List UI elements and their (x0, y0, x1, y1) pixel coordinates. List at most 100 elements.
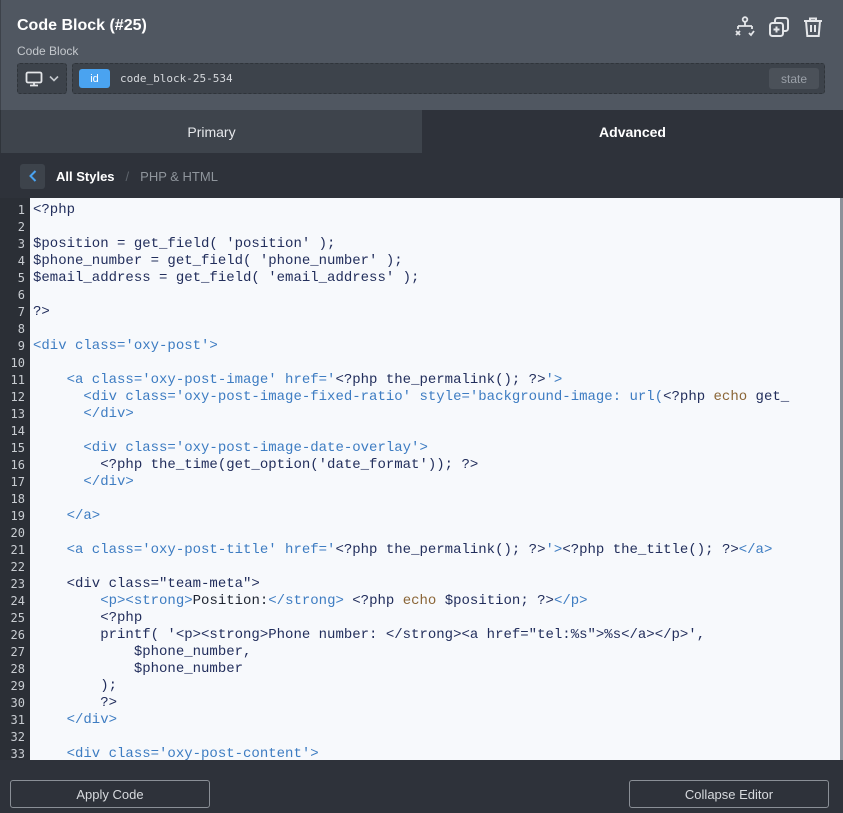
code-text[interactable]: <div class='oxy-post-image-date-overlay'… (26, 440, 427, 457)
code-token-php: <?php (352, 593, 403, 609)
device-select[interactable] (17, 63, 67, 94)
code-text[interactable] (26, 525, 33, 542)
code-line[interactable]: 32 (0, 729, 840, 746)
code-token-php: <?php the_title(); ?> (562, 542, 739, 558)
code-line[interactable]: 12 <div class='oxy-post-image-fixed-rati… (0, 389, 840, 406)
line-number: 9 (17, 339, 25, 353)
code-token-tag: <a class='oxy-post-image' href=' (33, 372, 336, 388)
tab-advanced[interactable]: Advanced (422, 110, 843, 153)
code-line[interactable]: 11 <a class='oxy-post-image' href='<?php… (0, 372, 840, 389)
code-line[interactable]: 20 (0, 525, 840, 542)
code-line[interactable]: 1 <?php (0, 202, 840, 219)
breadcrumb-all-styles[interactable]: All Styles (56, 169, 115, 184)
line-number: 1 (17, 203, 25, 217)
code-text[interactable]: <div class='oxy-post-image-fixed-ratio' … (26, 389, 789, 406)
code-line[interactable]: 22 (0, 559, 840, 576)
code-text[interactable]: $phone_number = get_field( 'phone_number… (26, 253, 403, 270)
code-token-php: $position; ?> (436, 593, 554, 609)
code-token-php: ); (33, 678, 118, 694)
code-line[interactable]: 28 $phone_number (0, 661, 840, 678)
back-button[interactable] (20, 163, 45, 189)
code-text[interactable] (26, 423, 33, 440)
collapse-editor-button[interactable]: Collapse Editor (629, 780, 829, 808)
line-number: 8 (17, 322, 25, 336)
code-line[interactable]: 2 (0, 219, 840, 236)
code-line[interactable]: 6 (0, 287, 840, 304)
code-text[interactable] (26, 321, 33, 338)
code-text[interactable]: <?php the_time(get_option('date_format')… (26, 457, 478, 474)
code-line[interactable]: 14 (0, 423, 840, 440)
code-line[interactable]: 8 (0, 321, 840, 338)
code-line[interactable]: 13 </div> (0, 406, 840, 423)
code-token-tag: </div> (33, 406, 134, 422)
code-text[interactable] (26, 355, 33, 372)
code-line[interactable]: 25 <?php (0, 610, 840, 627)
code-text[interactable]: <a class='oxy-post-image' href='<?php th… (26, 372, 563, 389)
code-line[interactable]: 17 </div> (0, 474, 840, 491)
code-text[interactable]: <div class='oxy-post-content'> (26, 746, 319, 760)
code-text[interactable]: ); (26, 678, 117, 695)
code-text[interactable]: <div class='oxy-post'> (26, 338, 218, 355)
code-text[interactable] (26, 729, 33, 746)
code-token-tag: '> (545, 542, 563, 558)
code-text[interactable]: <a class='oxy-post-title' href='<?php th… (26, 542, 773, 559)
code-token-txt: Position: (192, 593, 269, 609)
code-line[interactable]: 26 printf( '<p><strong>Phone number: </s… (0, 627, 840, 644)
code-line[interactable]: 9 <div class='oxy-post'> (0, 338, 840, 355)
code-line[interactable]: 27 $phone_number, (0, 644, 840, 661)
code-line[interactable]: 33 <div class='oxy-post-content'> (0, 746, 840, 760)
code-text[interactable] (26, 287, 33, 304)
apply-code-button[interactable]: Apply Code (10, 780, 210, 808)
code-line[interactable]: 24 <p><strong>Position:</strong> <?php e… (0, 593, 840, 610)
component-title: Code Block (#25) (17, 17, 147, 34)
code-text[interactable]: <p><strong>Position:</strong> <?php echo… (26, 593, 587, 610)
code-text[interactable]: </a> (26, 508, 101, 525)
code-editor[interactable]: 1 <?php 2 3 $position = get_field( 'position… (0, 198, 840, 760)
code-text[interactable]: <div class="team-meta"> (26, 576, 260, 593)
code-text[interactable] (26, 491, 33, 508)
duplicate-icon[interactable] (767, 15, 791, 39)
code-text[interactable] (26, 559, 33, 576)
code-text[interactable]: printf( '<p><strong>Phone number: </stro… (26, 627, 705, 644)
code-line[interactable]: 5 $email_address = get_field( 'email_addr… (0, 270, 840, 287)
code-text[interactable]: </div> (26, 712, 117, 729)
code-text[interactable]: $email_address = get_field( 'email_addre… (26, 270, 419, 287)
state-button[interactable]: state (769, 68, 819, 89)
code-line[interactable]: 16 <?php the_time(get_option('date_forma… (0, 457, 840, 474)
code-token-tag: <div class='oxy-post-image-fixed-ratio' … (33, 389, 664, 405)
code-text[interactable]: ?> (26, 695, 117, 712)
code-line[interactable]: 4 $phone_number = get_field( 'phone_numbe… (0, 253, 840, 270)
id-value[interactable]: code_block-25-534 (120, 72, 233, 85)
code-text[interactable]: </div> (26, 406, 134, 423)
code-line[interactable]: 18 (0, 491, 840, 508)
code-token-php: <?php the_time(get_option('date_format')… (33, 457, 479, 473)
code-line[interactable]: 21 <a class='oxy-post-title' href='<?php… (0, 542, 840, 559)
code-line[interactable]: 29 ); (0, 678, 840, 695)
trash-icon[interactable] (801, 15, 825, 39)
code-line[interactable]: 15 <div class='oxy-post-image-date-overl… (0, 440, 840, 457)
code-line[interactable]: 3 $position = get_field( 'position' ); (0, 236, 840, 253)
code-line[interactable]: 7 ?> (0, 304, 840, 321)
code-text[interactable]: ?> (26, 304, 50, 321)
line-number: 10 (10, 356, 25, 370)
panel-tabs: Primary Advanced (0, 110, 843, 153)
code-text[interactable]: </div> (26, 474, 133, 491)
tab-primary[interactable]: Primary (0, 110, 422, 153)
code-line[interactable]: 31 </div> (0, 712, 840, 729)
line-number: 12 (10, 390, 25, 404)
code-line[interactable]: 19 </a> (0, 508, 840, 525)
code-text[interactable] (26, 219, 33, 236)
code-line[interactable]: 10 (0, 355, 840, 372)
code-text[interactable]: $phone_number, (26, 644, 252, 661)
code-text[interactable]: $position = get_field( 'position' ); (26, 236, 335, 253)
line-number: 28 (10, 662, 25, 676)
code-text[interactable]: <?php (26, 202, 75, 219)
selector-field[interactable]: id code_block-25-534 state (72, 63, 825, 94)
id-badge[interactable]: id (79, 69, 110, 88)
code-token-tag: </a> (33, 508, 101, 524)
code-text[interactable]: <?php (26, 610, 142, 627)
code-line[interactable]: 23 <div class="team-meta"> (0, 576, 840, 593)
structure-icon[interactable] (733, 15, 757, 39)
code-line[interactable]: 30 ?> (0, 695, 840, 712)
code-text[interactable]: $phone_number (26, 661, 243, 678)
